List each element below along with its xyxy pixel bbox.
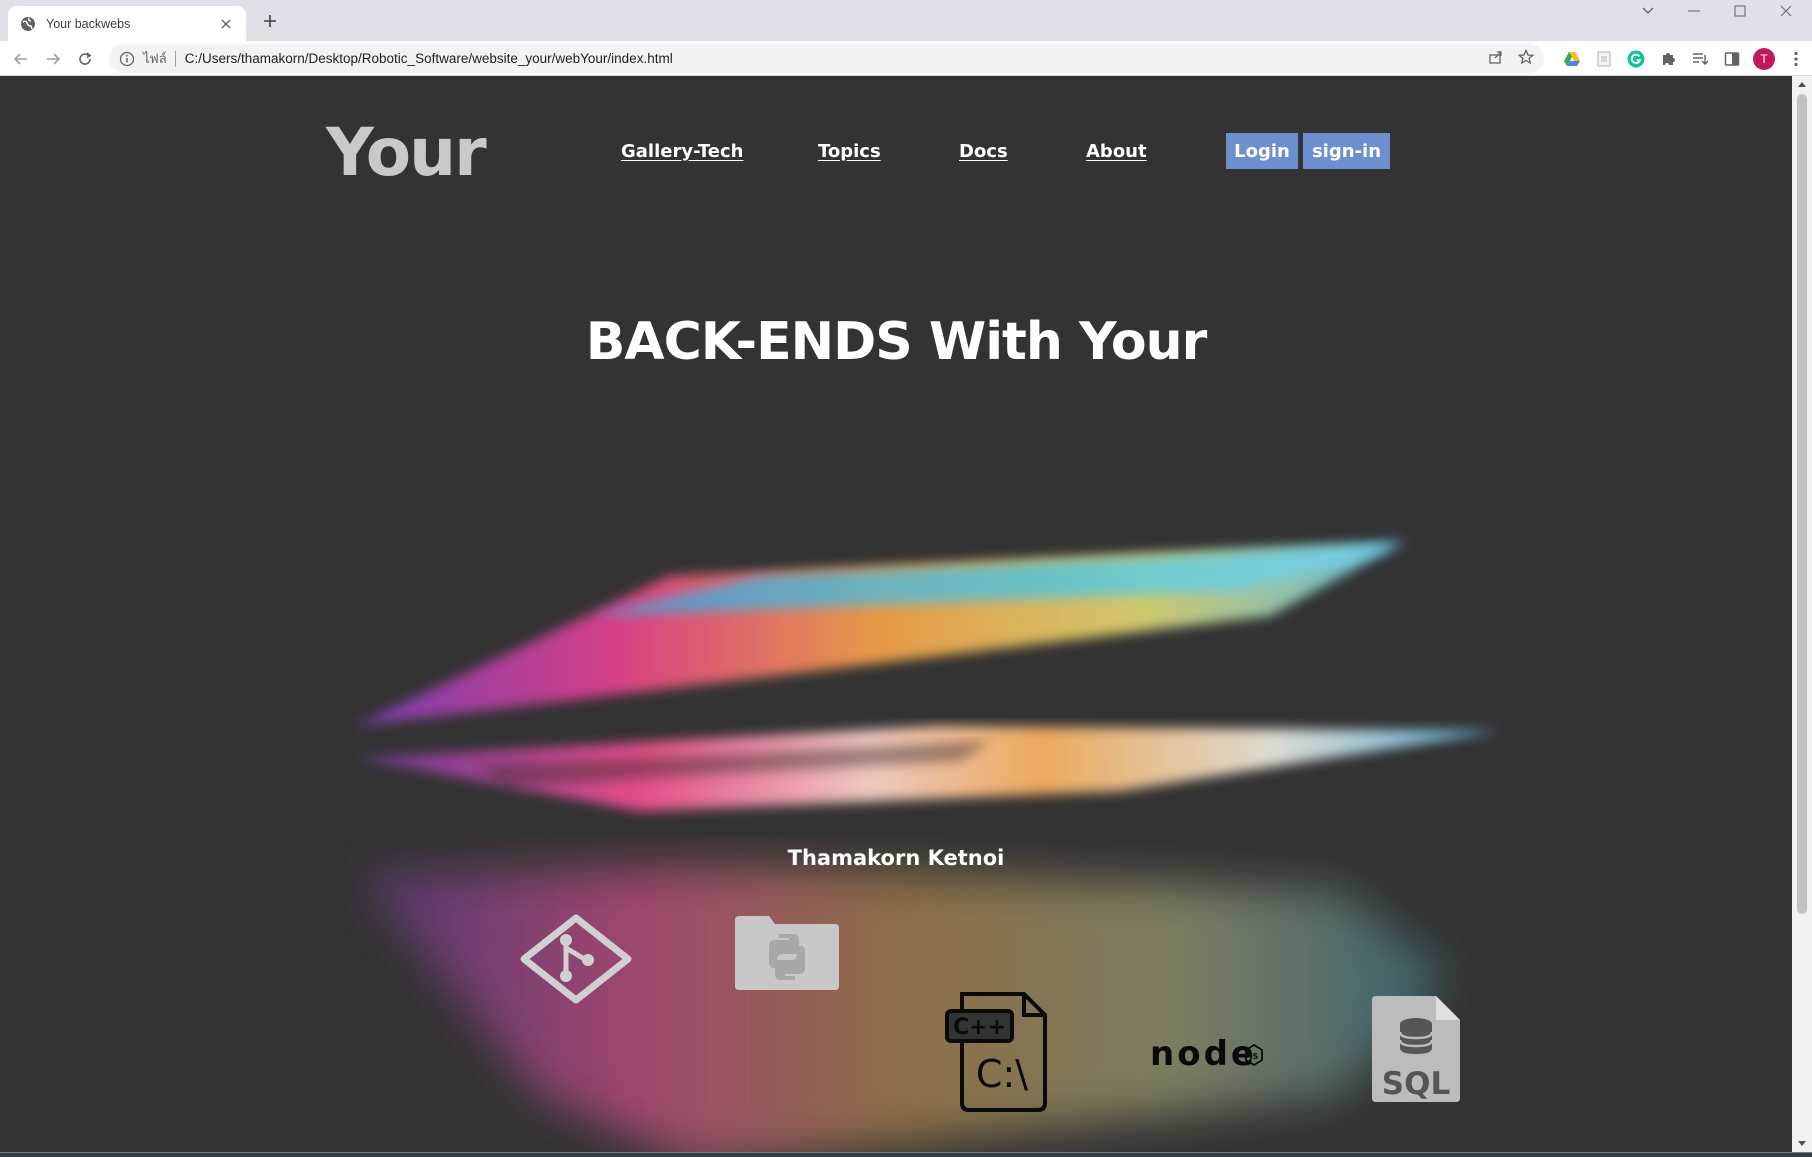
svg-text:C++: C++ xyxy=(953,1015,1006,1040)
extensions-row: T xyxy=(1552,47,1808,71)
svg-text:JS: JS xyxy=(1249,1052,1259,1061)
reading-list-icon[interactable] xyxy=(1688,47,1712,71)
window-bottom-edge xyxy=(0,1152,1812,1157)
scroll-down-arrow-icon[interactable] xyxy=(1792,1136,1812,1152)
address-bar[interactable]: ไฟล์ C:/Users/thamakorn/Desktop/Robotic_… xyxy=(109,44,1544,73)
maximize-button[interactable] xyxy=(1718,0,1762,22)
python-icon[interactable] xyxy=(733,914,841,992)
svg-text:C:\: C:\ xyxy=(976,1052,1028,1096)
more-menu-icon[interactable] xyxy=(1784,47,1808,71)
page-scrollbar[interactable] xyxy=(1792,76,1812,1152)
new-tab-button[interactable] xyxy=(258,9,282,33)
sql-file-icon[interactable]: SQL xyxy=(1370,994,1462,1104)
site-logo[interactable]: Your xyxy=(326,114,487,191)
sign-in-button[interactable]: sign-in xyxy=(1303,133,1390,169)
share-icon[interactable] xyxy=(1488,49,1504,69)
scroll-up-arrow-icon[interactable] xyxy=(1792,76,1812,92)
hero-title: BACK-ENDS With Your xyxy=(585,312,1208,372)
svg-text:node: node xyxy=(1150,1034,1257,1074)
google-drive-icon[interactable] xyxy=(1560,47,1584,71)
side-panel-icon[interactable] xyxy=(1720,47,1744,71)
info-icon[interactable] xyxy=(119,51,135,67)
browser-toolbar: ไฟล์ C:/Users/thamakorn/Desktop/Robotic_… xyxy=(0,41,1812,76)
author-name: Thamakorn Ketnoi xyxy=(787,846,1005,870)
profile-avatar[interactable]: T xyxy=(1752,47,1776,71)
tab-search-icon[interactable] xyxy=(1626,0,1670,22)
scrollbar-thumb[interactable] xyxy=(1797,94,1807,914)
git-icon[interactable] xyxy=(518,914,634,1004)
nodejs-icon[interactable]: node JS xyxy=(1150,1031,1264,1075)
url-scheme-label: ไฟล์ xyxy=(143,51,167,66)
extension-page-icon[interactable] xyxy=(1592,47,1616,71)
nav-topics[interactable]: Topics xyxy=(818,141,881,162)
back-button[interactable] xyxy=(9,47,33,71)
laptop-hero-image xyxy=(355,541,1500,1152)
reload-button[interactable] xyxy=(73,47,97,71)
svg-text:SQL: SQL xyxy=(1382,1066,1450,1102)
tab-title: Your backwebs xyxy=(46,16,131,31)
cpp-file-icon[interactable]: C++ C:\ xyxy=(944,991,1048,1113)
browser-tab[interactable]: Your backwebs xyxy=(8,6,246,41)
forward-button[interactable] xyxy=(41,47,65,71)
page-viewport: Your Gallery-Tech Topics Docs About Logi… xyxy=(0,76,1792,1152)
grammarly-icon[interactable] xyxy=(1624,47,1648,71)
url-text[interactable]: C:/Users/thamakorn/Desktop/Robotic_Softw… xyxy=(185,51,1488,66)
window-close-button[interactable] xyxy=(1764,0,1808,22)
puzzle-extensions-icon[interactable] xyxy=(1656,47,1680,71)
url-divider xyxy=(174,50,176,67)
nav-gallery-tech[interactable]: Gallery-Tech xyxy=(621,141,743,162)
browser-titlebar: Your backwebs xyxy=(0,0,1812,41)
bookmark-star-icon[interactable] xyxy=(1517,48,1535,69)
nav-about[interactable]: About xyxy=(1086,141,1147,162)
close-icon[interactable] xyxy=(218,16,234,32)
nav-docs[interactable]: Docs xyxy=(959,141,1008,162)
minimize-button[interactable] xyxy=(1672,0,1716,22)
login-button[interactable]: Login xyxy=(1226,133,1298,169)
globe-icon xyxy=(20,16,36,32)
